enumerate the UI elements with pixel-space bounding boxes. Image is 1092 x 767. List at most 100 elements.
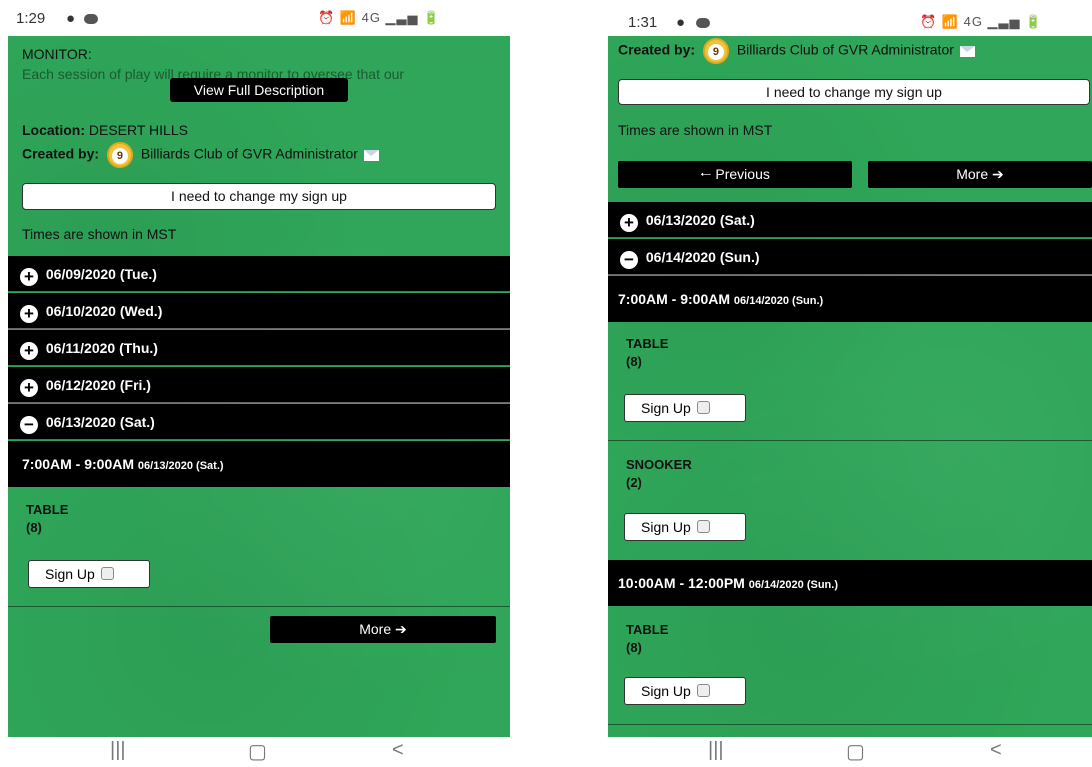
location-label: Location: <box>22 122 85 138</box>
signup-checkbox[interactable] <box>696 684 710 697</box>
recents-button[interactable]: ||| <box>110 739 126 762</box>
signup-checkbox[interactable] <box>100 567 114 580</box>
previous-button[interactable]: 🠀 Previous <box>618 161 852 188</box>
day-row-0611[interactable]: + 06/11/2020 (Thu.) <box>8 330 510 366</box>
signup-button[interactable]: Sign Up <box>624 513 746 541</box>
created-by-label: Created by: <box>22 145 100 162</box>
expand-icon: + <box>20 268 38 286</box>
day-row-0614[interactable]: − 06/14/2020 (Sun.) <box>608 239 1092 275</box>
more-label: More <box>956 166 989 182</box>
time-slot-header: 10:00AM - 12:00PM 06/14/2020 (Sun.) <box>608 560 1092 606</box>
billiard-ball-icon: 9 <box>106 142 133 168</box>
item-count: (8) <box>626 640 642 655</box>
day-label: 06/12/2020 (Fri.) <box>45 377 151 393</box>
slot-time: 7:00AM - 9:00AM <box>22 456 135 472</box>
divider <box>608 440 1092 441</box>
item-count: (2) <box>626 475 642 490</box>
status-time: 1:31 <box>628 14 658 31</box>
android-nav-bar: ||| ▢ < <box>598 737 1092 767</box>
signup-button[interactable]: Sign Up <box>624 677 746 705</box>
times-note: Times are shown in MST <box>22 226 177 242</box>
previous-label: Previous <box>715 166 770 182</box>
status-icons: ⏰ 📶 4G ▁▃▅ 🔋 <box>318 10 441 25</box>
signup-label: Sign Up <box>641 519 691 535</box>
view-full-description-button[interactable]: View Full Description <box>170 78 348 102</box>
slot-date: 06/14/2020 (Sun.) <box>733 295 824 307</box>
signup-checkbox[interactable] <box>696 401 710 414</box>
status-bar: 1:31 ● ⏰ 📶 4G ▁▃▅ 🔋 <box>598 0 1092 36</box>
day-label: 06/13/2020 (Sat.) <box>645 212 755 228</box>
signup-label: Sign Up <box>641 683 691 699</box>
billiard-ball-icon: 9 <box>702 38 729 64</box>
slot-date: 06/14/2020 (Sun.) <box>748 579 838 591</box>
created-by-line: Created by: 9 Billiards Club of GVR Admi… <box>618 38 975 64</box>
created-by-label: Created by: <box>618 41 696 58</box>
android-nav-bar: ||| ▢ < <box>0 737 510 767</box>
status-bar: 1:29 ● ⏰ 📶 4G ▁▃▅ 🔋 <box>0 0 510 36</box>
message-icon <box>84 14 98 24</box>
more-label: More <box>359 621 392 637</box>
expand-icon: + <box>620 214 638 232</box>
home-button[interactable]: ▢ <box>846 739 865 764</box>
item-count: (8) <box>626 354 642 369</box>
location-value: DESERT HILLS <box>88 122 188 138</box>
day-row-0613[interactable]: − 06/13/2020 (Sat.) <box>8 404 510 440</box>
creator-name: Billiards Club of GVR Administrator <box>140 145 358 162</box>
day-row-0613[interactable]: + 06/13/2020 (Sat.) <box>608 202 1092 238</box>
item-name: SNOOKER <box>626 457 692 472</box>
day-row-0610[interactable]: + 06/10/2020 (Wed.) <box>8 293 510 329</box>
day-row-0612[interactable]: + 06/12/2020 (Fri.) <box>8 367 510 403</box>
location-line: Location: DESERT HILLS <box>22 122 188 138</box>
day-row-0609[interactable]: + 06/09/2020 (Tue.) <box>8 256 510 292</box>
time-slot-header: 7:00AM - 9:00AM 06/13/2020 (Sat.) <box>8 441 510 487</box>
signup-label: Sign Up <box>45 566 95 582</box>
status-time: 1:29 <box>16 10 46 27</box>
time-slot-header: 7:00AM - 9:00AM 06/14/2020 (Sun.) <box>608 276 1092 322</box>
home-button[interactable]: ▢ <box>248 739 267 764</box>
email-icon[interactable] <box>363 149 379 161</box>
slot-time: 10:00AM - 12:00PM <box>618 575 745 591</box>
slot-date: 06/13/2020 (Sat.) <box>137 460 224 472</box>
expand-icon: + <box>20 379 38 397</box>
slot-time: 7:00AM - 9:00AM <box>618 291 731 307</box>
arrow-left-icon: 🠀 <box>700 166 712 182</box>
location-icon: ● <box>66 10 76 27</box>
divider <box>608 724 1092 725</box>
day-label: 06/11/2020 (Thu.) <box>45 340 158 356</box>
creator-name: Billiards Club of GVR Administrator <box>736 41 954 58</box>
signup-checkbox[interactable] <box>696 520 710 533</box>
created-by-line: Created by: 9 Billiards Club of GVR Admi… <box>22 142 379 168</box>
day-label: 06/13/2020 (Sat.) <box>45 414 155 430</box>
monitor-heading: MONITOR: <box>22 46 92 62</box>
back-button[interactable]: < <box>392 739 404 762</box>
item-name: TABLE <box>626 336 669 351</box>
arrow-right-icon: ➔ <box>992 166 1004 182</box>
expand-icon: + <box>20 342 38 360</box>
arrow-right-icon: ➔ <box>395 621 407 637</box>
recents-button[interactable]: ||| <box>708 739 724 762</box>
divider <box>8 606 510 607</box>
message-icon <box>696 18 710 28</box>
back-button[interactable]: < <box>990 739 1002 762</box>
collapse-icon: − <box>620 251 638 269</box>
location-icon: ● <box>676 14 686 31</box>
change-signup-button[interactable]: I need to change my sign up <box>618 79 1090 105</box>
phone-screenshot-left: 1:29 ● ⏰ 📶 4G ▁▃▅ 🔋 MONITOR: Each sessio… <box>0 0 510 767</box>
day-label: 06/09/2020 (Tue.) <box>45 266 157 282</box>
item-name: TABLE <box>26 502 69 517</box>
more-button[interactable]: More ➔ <box>868 161 1092 188</box>
signup-label: Sign Up <box>641 400 691 416</box>
event-screen: Created by: 9 Billiards Club of GVR Admi… <box>608 36 1092 737</box>
more-button[interactable]: More ➔ <box>270 616 496 643</box>
phone-screenshot-right: 1:31 ● ⏰ 📶 4G ▁▃▅ 🔋 Created by: 9 Billia… <box>598 0 1092 767</box>
expand-icon: + <box>20 305 38 323</box>
item-count: (8) <box>26 520 42 535</box>
collapse-icon: − <box>20 416 38 434</box>
signup-button[interactable]: Sign Up <box>28 560 150 588</box>
signup-button[interactable]: Sign Up <box>624 394 746 422</box>
status-icons: ⏰ 📶 4G ▁▃▅ 🔋 <box>920 14 1043 29</box>
change-signup-button[interactable]: I need to change my sign up <box>22 183 496 210</box>
email-icon[interactable] <box>959 45 975 57</box>
day-label: 06/14/2020 (Sun.) <box>645 249 760 265</box>
event-screen: MONITOR: Each session of play will requi… <box>8 36 510 737</box>
